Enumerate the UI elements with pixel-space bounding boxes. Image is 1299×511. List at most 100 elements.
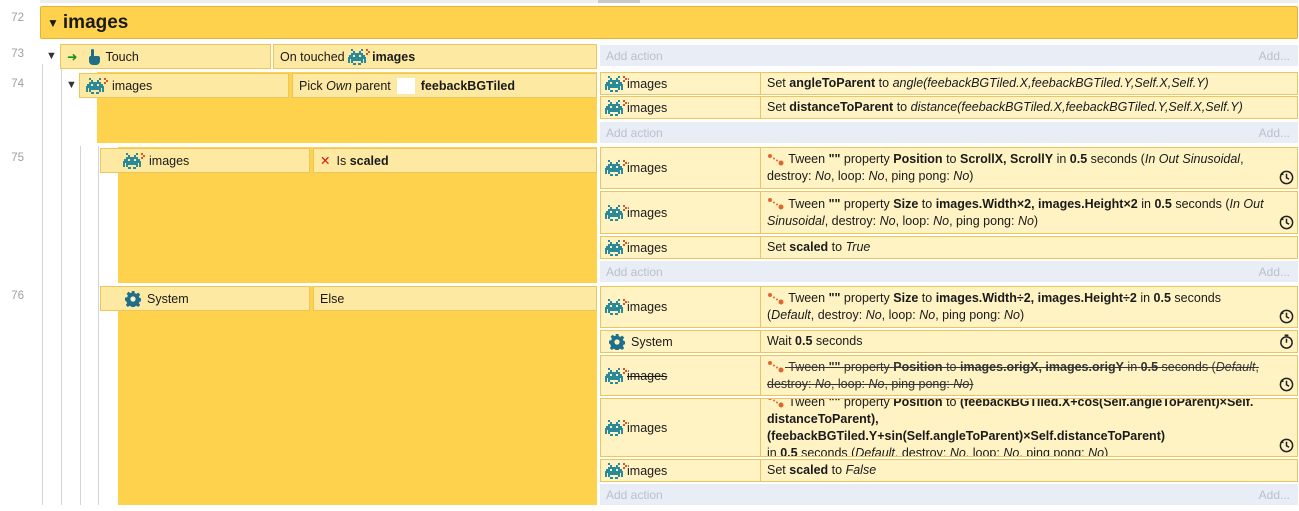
group-title: images [62,11,129,33]
text-segment: to [831,240,843,254]
action-object-cell: images [601,460,761,481]
text-segment: (feebackBGTiled.X+cos(Self.angleToParent… [959,398,1254,409]
add-more-link[interactable]: Add... [1259,49,1290,63]
add-action-row[interactable]: Add action Add... [600,261,1298,282]
action-row[interactable]: images Set scaled to True [600,236,1298,259]
event-group-header[interactable]: ▼ images [40,6,1298,39]
text-segment: No [953,169,970,183]
action-object-cell: images [601,148,761,188]
text-segment: No [868,169,885,183]
collapse-triangle-icon[interactable]: ▼ [66,78,77,92]
trigger-condition-touch[interactable]: ➜ Touch [60,44,271,69]
action-text-cell: Set angleToParent to angle(feebackBGTile… [767,73,1275,94]
text-segment: Position [893,359,943,374]
add-more-link[interactable]: Add... [1259,126,1290,140]
add-action-row[interactable]: Add action Add... [600,45,1298,66]
add-action-row[interactable]: Add action Add... [600,484,1298,505]
text-segment: No [814,376,831,391]
text-segment: scaled [789,463,829,477]
action-object: images [627,161,668,175]
text-segment: No [1004,308,1021,322]
sprite-invader-icon [605,205,627,221]
event-block-background [118,286,597,505]
text-segment: property [843,291,890,305]
action-object: images [627,100,668,115]
add-more-link[interactable]: Add... [1259,488,1290,502]
sprite-invader-icon [605,368,627,384]
action-param: angle(feebackBGTiled.X,feebackBGTiled.Y,… [892,76,1209,90]
text-segment: , ping pong: [884,169,950,183]
text-segment: , destroy: [824,213,877,228]
collapse-triangle-icon[interactable]: ▼ [46,49,57,63]
action-object-cell: images [601,287,761,327]
text-segment: distanceToParent), (feebackBGTiled.Y+sin… [767,411,1166,443]
text-segment: Size [893,291,919,305]
tree-guide-line [80,146,81,505]
add-action-row[interactable]: Add action Add... [600,122,1298,143]
condition-object-name: images [112,78,153,93]
condition-object-images[interactable]: images [79,73,289,98]
action-text-cell: Tween "" property Size to images.Width×2… [767,192,1275,233]
action-param: distanceToParent [789,100,894,114]
condition-param: Own [326,78,352,93]
action-object-cell: images [601,97,761,118]
condition-on-touched[interactable]: On touched images [273,44,597,69]
action-object: images [627,420,668,435]
line-number: 74 [11,78,24,90]
action-text-cell: Tween "" property Position to ScrollX, S… [767,151,1244,185]
condition-object-system[interactable]: System [100,286,310,311]
sprite-invader-icon [123,153,145,169]
add-action-link[interactable]: Add action [606,265,663,279]
text-segment: in [1056,152,1067,166]
action-row[interactable]: images Set distanceToParent to distance(… [600,96,1298,119]
text-segment: "" [828,196,841,211]
add-action-link[interactable]: Add action [606,488,663,502]
condition-else[interactable]: Else [313,286,597,311]
text-segment: seconds ( [1090,152,1145,166]
text-segment: "" [828,291,841,305]
condition-is-scaled[interactable]: ✕ Is scaled [313,148,597,173]
action-row[interactable]: images Tween "" property Position to (fe… [600,398,1298,457]
horizontal-scrollbar-thumb[interactable] [598,0,640,3]
action-text-cell: Tween "" property Position to (feebackBG… [767,399,1275,456]
text-segment: "" [828,152,841,166]
line-number: 73 [11,48,24,60]
condition-object-images[interactable]: images [100,148,310,173]
action-row[interactable]: System Wait 0.5 seconds [600,330,1298,353]
text-segment: in [767,445,777,457]
text-segment: to [946,359,957,374]
action-row[interactable]: images Tween "" property Size to images.… [600,191,1298,234]
horizontal-scrollbar-track[interactable] [40,0,1298,3]
action-row[interactable]: images Set scaled to False [600,459,1298,482]
text-segment: ) [969,376,974,391]
add-action-link[interactable]: Add action [606,49,663,63]
text-segment: property [843,359,890,374]
action-object-cell: images [601,356,761,395]
text-segment: images.origX, images.origY [959,359,1124,374]
collapse-triangle-icon[interactable]: ▼ [47,16,59,30]
text-segment: Tween [788,359,826,374]
add-more-link[interactable]: Add... [1259,265,1290,279]
touch-hand-icon [87,48,101,65]
timer-icon [1279,334,1294,349]
text-segment: Position [893,398,943,409]
gear-icon [125,291,141,307]
action-object-cell: images [601,399,761,456]
condition-object: feebackBGTiled [420,78,516,93]
action-row[interactable]: images Set angleToParent to angle(feebac… [600,72,1298,95]
action-row-disabled[interactable]: images Tween "" property Position to ima… [600,355,1298,396]
line-number: 76 [11,290,24,302]
text-segment: Sinusoidal [767,213,825,228]
text-segment: ) [1033,213,1039,228]
action-text-cell: Set distanceToParent to distance(feeback… [767,97,1275,118]
text-segment: , loop: [881,308,916,322]
text-segment: destroy: [767,169,812,183]
text-segment: , ping pong: [884,376,950,391]
condition-pick-parent[interactable]: Pick Own parent feebackBGTiled [292,73,597,98]
text-segment: In Out [1229,196,1264,211]
action-row[interactable]: images Tween "" property Size to images.… [600,286,1298,328]
text-segment: No [879,213,896,228]
action-row[interactable]: images Tween "" property Position to Scr… [600,147,1298,189]
add-action-link[interactable]: Add action [606,126,663,140]
text-segment: No [949,445,966,457]
